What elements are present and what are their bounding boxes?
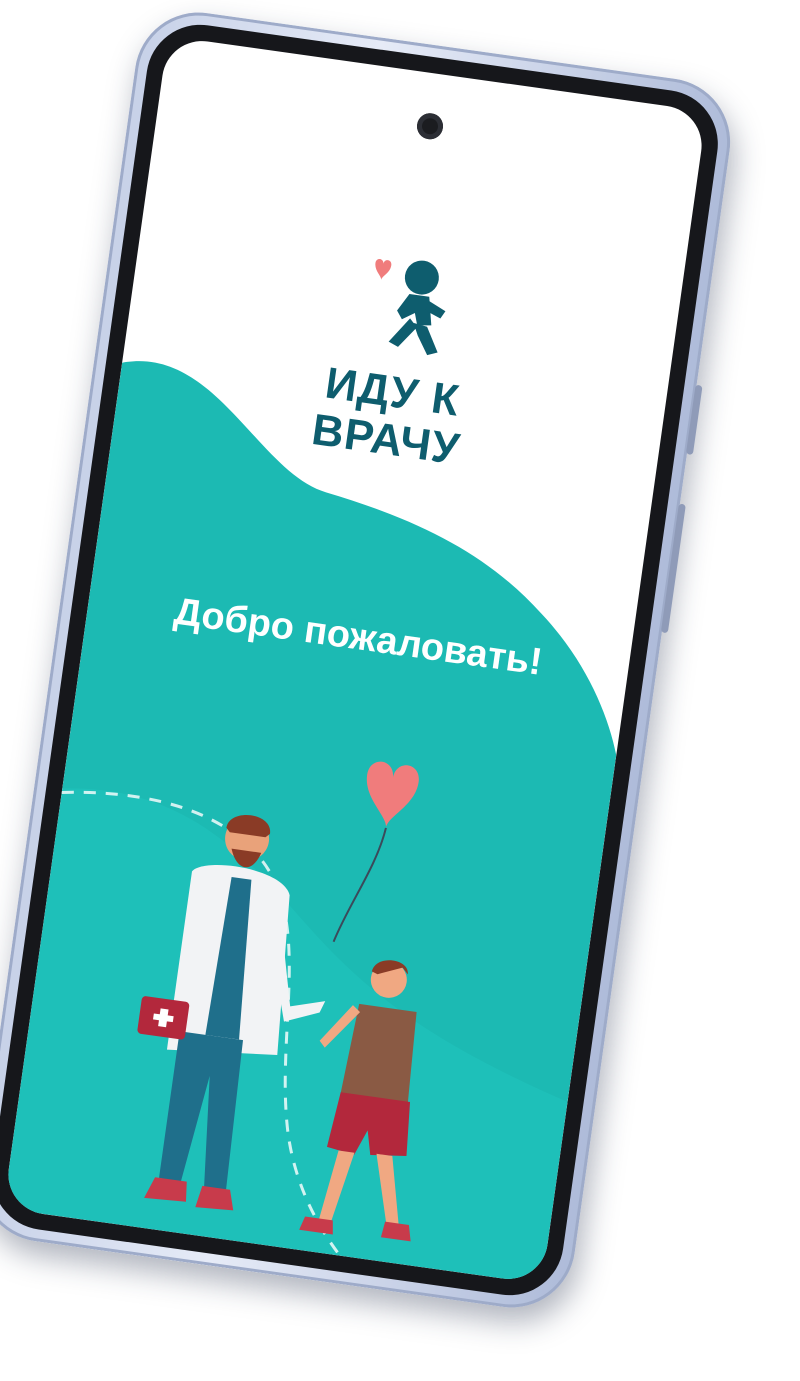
child-figure xyxy=(299,960,417,1242)
heart-balloon-icon xyxy=(366,761,419,828)
app-screen: ИДУ К ВРАЧУ Добро пожаловать! xyxy=(3,35,707,1285)
doctor-figure xyxy=(137,815,326,1211)
doctor-and-child-illustration xyxy=(61,761,419,1257)
phone-device: ИДУ К ВРАЧУ Добро пожаловать! xyxy=(0,4,739,1316)
running-child-heart-icon xyxy=(375,259,446,356)
